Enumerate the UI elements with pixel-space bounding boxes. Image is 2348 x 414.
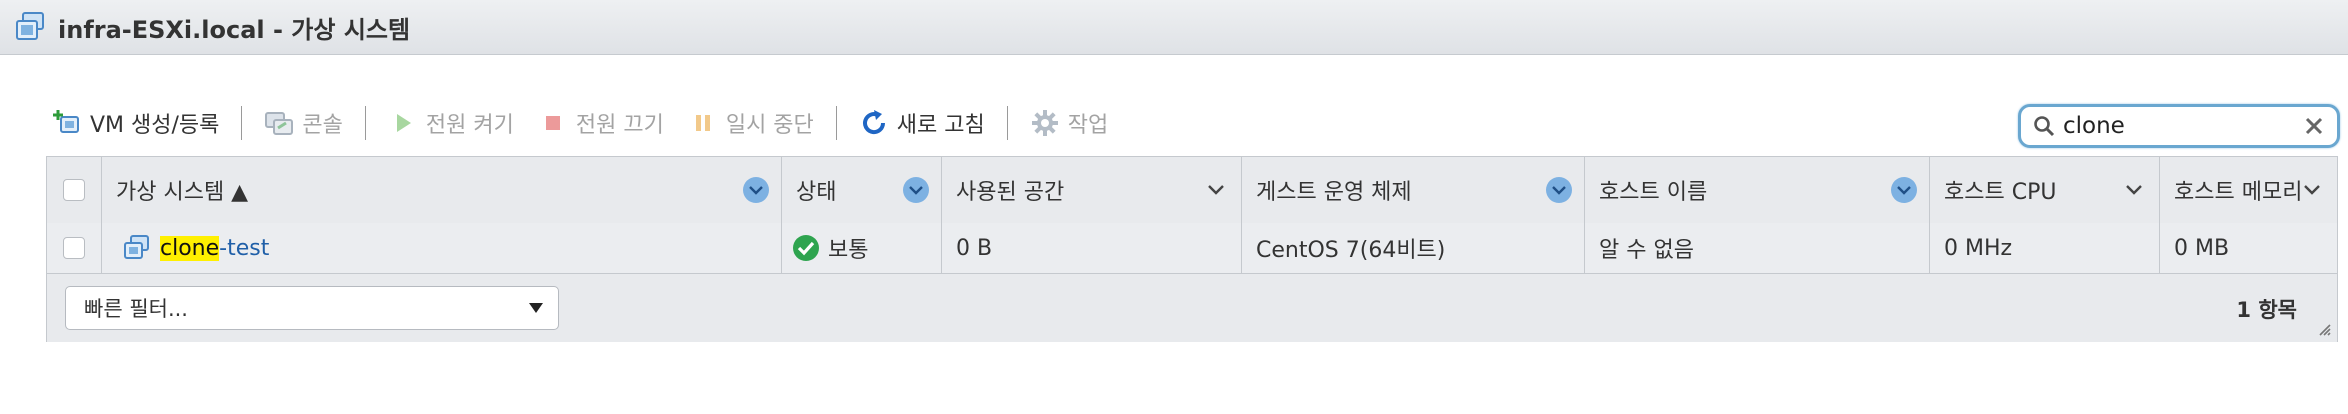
host-name-value: 알 수 없음: [1599, 238, 1694, 263]
table-footer: 빠른 필터... 1 항목: [47, 274, 2337, 342]
column-header-label: 가상 시스템 ▲: [116, 180, 249, 205]
row-select-cell: [47, 223, 102, 273]
power-off-button[interactable]: 전원 끄기: [538, 103, 664, 143]
toolbar-divider: [241, 106, 243, 140]
select-all-checkbox[interactable]: [63, 179, 85, 201]
resize-grip-icon[interactable]: [2317, 322, 2331, 336]
search-input[interactable]: clone: [2063, 113, 2303, 139]
column-header-label: 호스트 메모리: [2174, 180, 2303, 205]
refresh-icon: [859, 108, 889, 138]
vm-icon: [16, 12, 44, 40]
quick-filter-label: 빠른 필터...: [84, 297, 188, 321]
column-header-label: 사용된 공간: [956, 180, 1065, 205]
host-cpu-cell: 0 MHz: [1930, 223, 2160, 273]
vm-table: 가상 시스템 ▲ 상태 사용된 공간 게스트 운영 체제 호스트 이름 호스트 …: [46, 156, 2338, 342]
power-off-label: 전원 끄기: [575, 113, 664, 138]
select-all-cell: [47, 157, 102, 223]
vm-name-link[interactable]: clone-test: [160, 235, 270, 261]
column-header-label: 호스트 CPU: [1944, 180, 2057, 205]
column-header-host-memory[interactable]: 호스트 메모리: [2160, 157, 2337, 223]
vm-name-rest: -test: [219, 235, 270, 261]
toolbar-divider: [835, 106, 837, 140]
console-label: 콘솔: [302, 113, 343, 138]
create-register-vm-button[interactable]: VM 생성/등록: [52, 103, 219, 143]
actions-label: 작업: [1067, 113, 1109, 138]
quick-filter-dropdown[interactable]: 빠른 필터...: [65, 286, 559, 330]
chevron-down-icon[interactable]: [2301, 179, 2323, 201]
guest-os-value: CentOS 7(64비트): [1256, 238, 1446, 263]
status-cell: 보통: [782, 223, 942, 273]
used-space-cell: 0 B: [942, 223, 1242, 273]
console-icon: [264, 108, 294, 138]
table-header: 가상 시스템 ▲ 상태 사용된 공간 게스트 운영 체제 호스트 이름 호스트 …: [47, 157, 2337, 224]
column-menu-icon[interactable]: [1546, 177, 1572, 203]
play-icon: [388, 108, 418, 138]
column-header-used-space[interactable]: 사용된 공간: [942, 157, 1242, 223]
host-memory-cell: 0 MB: [2160, 223, 2337, 273]
column-header-label: 게스트 운영 체제: [1256, 180, 1412, 205]
stop-icon: [538, 108, 568, 138]
column-header-label: 호스트 이름: [1599, 180, 1708, 205]
refresh-button[interactable]: 새로 고침: [859, 103, 985, 143]
column-menu-icon[interactable]: [1891, 177, 1917, 203]
search-match-highlight: clone: [160, 235, 220, 261]
pause-icon: [688, 108, 718, 138]
suspend-button[interactable]: 일시 중단: [688, 103, 814, 143]
column-header-label: 상태: [796, 180, 837, 205]
column-header-vm[interactable]: 가상 시스템 ▲: [102, 157, 782, 223]
console-button[interactable]: 콘솔: [264, 103, 343, 143]
refresh-label: 새로 고침: [896, 113, 985, 138]
host-cpu-value: 0 MHz: [1944, 235, 2013, 261]
clear-search-icon[interactable]: [2303, 115, 2325, 137]
column-header-guest-os[interactable]: 게스트 운영 체제: [1242, 157, 1585, 223]
column-header-status[interactable]: 상태: [782, 157, 942, 223]
suspend-label: 일시 중단: [725, 113, 814, 138]
table-row[interactable]: clone-test 보통 0 B CentOS 7(64비트) 알 수 없음 …: [47, 223, 2337, 274]
gear-icon: [1030, 108, 1060, 138]
host-memory-value: 0 MB: [2174, 235, 2230, 261]
guest-os-cell: CentOS 7(64비트): [1242, 223, 1585, 273]
actions-button[interactable]: 작업: [1030, 103, 1108, 143]
dropdown-arrow-icon: [529, 303, 543, 313]
vm-icon: [124, 235, 149, 259]
status-text: 보통: [828, 238, 869, 263]
chevron-down-icon[interactable]: [2123, 179, 2145, 201]
vm-name-cell: clone-test: [102, 223, 782, 273]
toolbar: VM 생성/등록 콘솔 전원 켜기 전원 끄기 일시 중단 새로 고침 작업: [52, 98, 1108, 148]
create-vm-icon: [52, 108, 82, 138]
column-header-host-cpu[interactable]: 호스트 CPU: [1930, 157, 2160, 223]
search-icon: [2034, 116, 2055, 137]
window-title: infra-ESXi.local - 가상 시스템: [58, 15, 411, 44]
used-space-value: 0 B: [956, 235, 993, 261]
column-menu-icon[interactable]: [743, 177, 769, 203]
power-on-label: 전원 켜기: [425, 113, 514, 138]
status-ok-icon: [793, 235, 819, 261]
column-header-host-name[interactable]: 호스트 이름: [1585, 157, 1930, 223]
column-menu-icon[interactable]: [903, 177, 929, 203]
search-box[interactable]: clone: [2018, 104, 2340, 148]
create-register-vm-label: VM 생성/등록: [90, 113, 220, 138]
item-count: 1 항목: [2236, 298, 2297, 322]
toolbar-divider: [364, 106, 366, 140]
chevron-down-icon[interactable]: [1205, 179, 1227, 201]
power-on-button[interactable]: 전원 켜기: [388, 103, 514, 143]
window-titlebar: infra-ESXi.local - 가상 시스템: [0, 0, 2348, 55]
toolbar-divider: [1006, 106, 1008, 140]
host-name-cell: 알 수 없음: [1585, 223, 1930, 273]
row-checkbox[interactable]: [63, 237, 85, 259]
